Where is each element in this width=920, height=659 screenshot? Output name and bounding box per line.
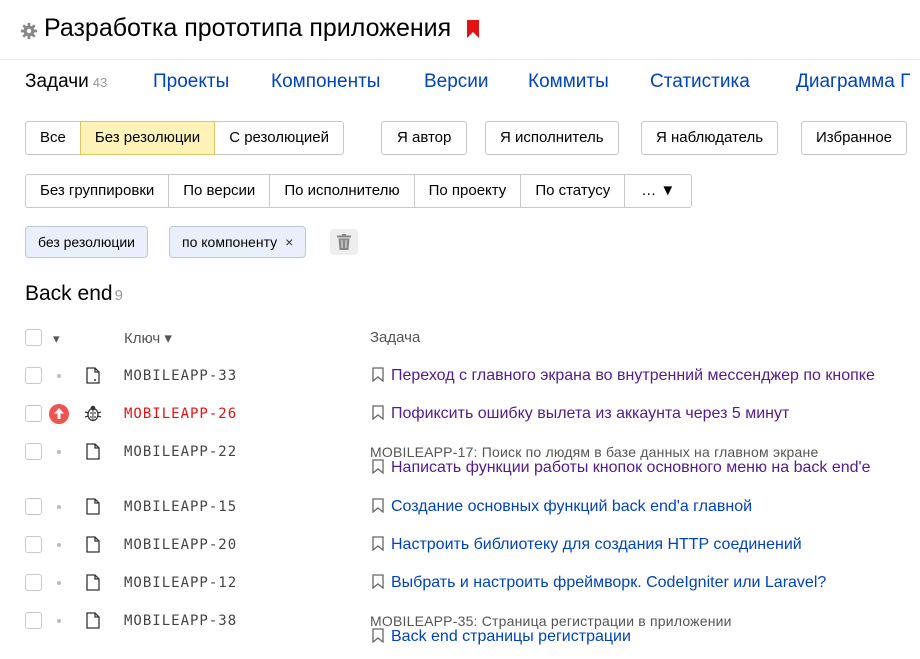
issue-summary[interactable]: Написать функции работы кнопок основного… [372,459,870,477]
tab-versions[interactable]: Версии [424,71,489,93]
remove-chip-icon[interactable]: × [285,234,293,250]
watcher-filter: Я наблюдатель [641,121,779,155]
filter-no-resolution-button[interactable]: Без резолюции [79,121,216,155]
clear-filters-button[interactable] [330,229,358,255]
issue-key[interactable]: MOBILEAPP-15 [124,499,237,515]
row-checkbox[interactable] [25,574,42,591]
filter-all-button[interactable]: Все [25,121,81,155]
priority-normal-icon [57,505,61,509]
issue-summary-text: Выбрать и настроить фреймворк. CodeIgnit… [391,574,827,591]
group-by-assignee-button[interactable]: По исполнителю [269,174,415,208]
issue-key[interactable]: MOBILEAPP-33 [124,368,237,384]
issue-key[interactable]: MOBILEAPP-20 [124,537,237,553]
resolution-filter-group: Все Без резолюции С резолюцией [25,121,344,155]
issue-summary[interactable]: Создание основных функций back end'а гла… [372,498,752,516]
bulk-actions-dropdown[interactable]: ▾ [53,331,60,347]
doc-icon [86,367,100,384]
grouping-group: Без группировки По версии По исполнителю… [25,174,693,208]
issue-summary-text: Переход с главного экрана во внутренний … [391,367,875,384]
issue-summary[interactable]: Выбрать и настроить фреймворк. CodeIgnit… [372,574,826,592]
row-checkbox[interactable] [25,367,42,384]
trash-icon [337,234,351,250]
tab-components[interactable]: Компоненты [271,71,380,93]
bookmark-outline-icon[interactable] [372,498,384,513]
doc-icon [86,536,100,553]
priority-normal-icon [57,450,61,454]
doc-icon [86,574,100,591]
group-title-label: Back end [25,282,113,305]
group-count: 9 [114,287,123,304]
issue-summary[interactable]: Переход с главного экрана во внутренний … [372,367,875,385]
issue-summary[interactable]: Пофиксить ошибку вылета из аккаунта чере… [372,405,789,423]
author-filter: Я автор [381,121,468,155]
tab-projects[interactable]: Проекты [153,71,229,93]
filter-author-button[interactable]: Я автор [381,121,468,155]
priority-normal-icon [57,581,61,585]
filter-with-resolution-button[interactable]: С резолюцией [214,121,344,155]
row-checkbox[interactable] [25,498,42,515]
issue-key[interactable]: MOBILEAPP-38 [124,613,237,629]
column-key-header[interactable]: Ключ ▾ [124,329,172,347]
bookmark-outline-icon[interactable] [372,536,384,551]
chip-no-resolution[interactable]: без резолюции [25,226,148,258]
priority-up-icon [49,404,69,424]
issue-summary[interactable]: Настроить библиотеку для создания HTTP с… [372,536,802,554]
bug-icon [84,405,102,422]
group-by-version-button[interactable]: По версии [168,174,271,208]
favorites-filter: Избранное [801,121,908,155]
bookmark-outline-icon[interactable] [372,367,384,382]
tab-tasks[interactable]: Задачи 43 [25,71,107,93]
doc-icon [86,498,100,515]
project-title: Разработка прототипа приложения [44,14,452,42]
bookmark-outline-icon[interactable] [372,459,384,474]
group-none-button[interactable]: Без группировки [25,174,170,208]
issue-summary-text: Настроить библиотеку для создания HTTP с… [391,536,802,553]
chip-by-component[interactable]: по компоненту × [169,226,307,258]
priority-normal-icon [57,543,61,547]
bookmark-outline-icon[interactable] [372,405,384,420]
tab-statistics[interactable]: Статистика [650,71,750,93]
issue-key[interactable]: MOBILEAPP-22 [124,444,237,460]
issue-key[interactable]: MOBILEAPP-26 [124,406,237,422]
issue-summary-text: Написать функции работы кнопок основного… [391,459,871,476]
doc-icon [86,612,100,629]
priority-normal-icon [57,619,61,623]
filter-watcher-button[interactable]: Я наблюдатель [641,121,779,155]
parent-issue-link[interactable]: MOBILEAPP-35: Страница регистрации в при… [370,613,732,629]
column-task-header: Задача [370,329,421,346]
issue-key[interactable]: MOBILEAPP-12 [124,575,237,591]
bookmark-outline-icon[interactable] [372,628,384,643]
chip-by-component-label: по компоненту [182,234,278,250]
bookmark-icon[interactable] [466,20,480,38]
assignee-filter: Я исполнитель [485,121,619,155]
group-title: Back end 9 [25,282,123,306]
page-title: Разработка прототипа приложения [44,14,480,43]
group-by-project-button[interactable]: По проекту [413,174,522,208]
issue-summary[interactable]: Back end страницы регистрации [372,628,631,646]
row-checkbox[interactable] [25,405,42,422]
filter-favorites-button[interactable]: Избранное [801,121,908,155]
priority-normal-icon [57,374,61,378]
grouping-more-button[interactable]: … ▼ [624,174,693,208]
group-by-status-button[interactable]: По статусу [520,174,626,208]
tab-diagram[interactable]: Диаграмма Г [796,71,910,93]
gear-icon[interactable] [20,22,38,40]
filter-assignee-button[interactable]: Я исполнитель [485,121,619,155]
tab-tasks-label: Задачи [25,71,89,92]
row-checkbox[interactable] [25,536,42,553]
tab-tasks-count: 43 [92,75,108,90]
row-checkbox[interactable] [25,612,42,629]
issue-summary-text: Back end страницы регистрации [391,628,631,645]
project-tabs: Задачи 43 Проекты Компоненты Версии Комми… [0,60,920,106]
page-header: Разработка прототипа приложения [0,0,920,60]
select-all-checkbox[interactable] [25,329,42,346]
issue-summary-text: Создание основных функций back end'а гла… [391,498,753,515]
issue-summary-text: Пофиксить ошибку вылета из аккаунта чере… [391,405,790,422]
doc-icon [86,443,100,460]
bookmark-outline-icon[interactable] [372,574,384,589]
row-checkbox[interactable] [25,443,42,460]
tab-commits[interactable]: Коммиты [528,71,609,93]
parent-issue-link[interactable]: MOBILEAPP-17: Поиск по людям в базе данн… [370,444,818,460]
